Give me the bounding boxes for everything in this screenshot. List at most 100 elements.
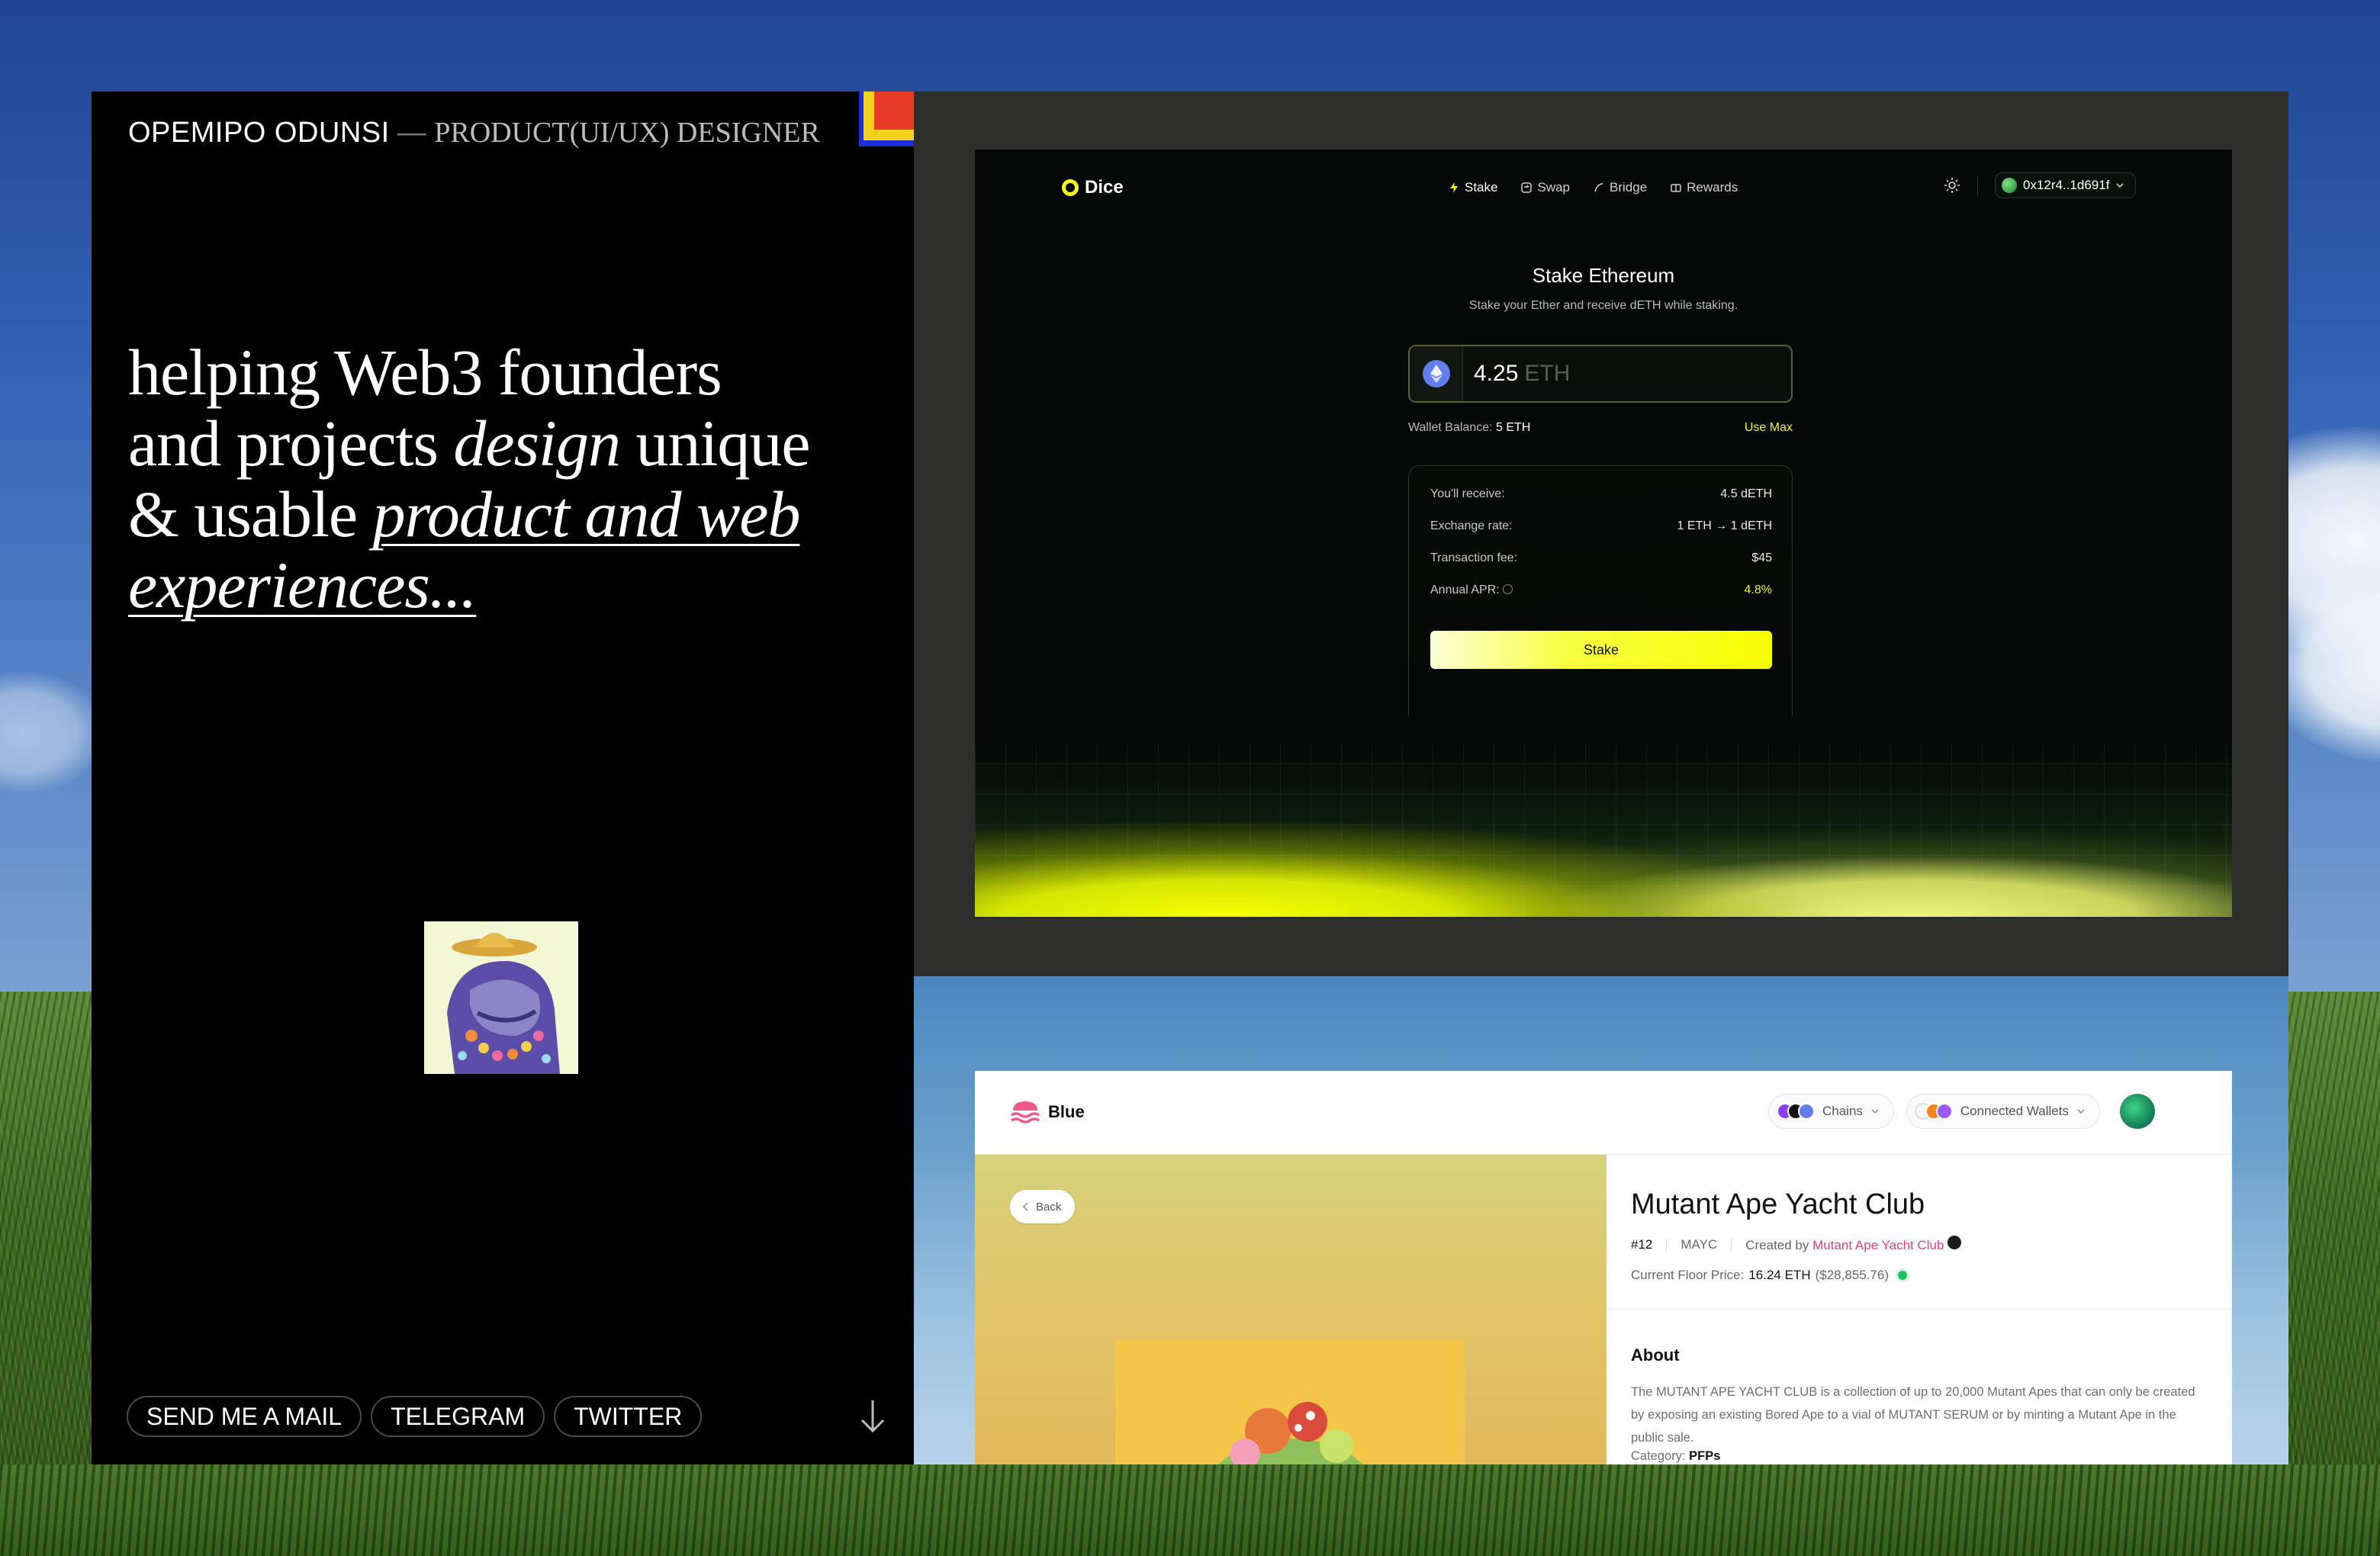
wallet-balance-row: Wallet Balance: 5 ETH Use Max <box>1408 421 1793 435</box>
back-button[interactable]: Back <box>1010 1190 1076 1223</box>
nav-rewards-label: Rewards <box>1687 180 1738 194</box>
dice-logo[interactable]: Dice <box>1062 177 1124 198</box>
dice-brand-name: Dice <box>1085 177 1124 198</box>
stake-amount-input[interactable]: 4.25 ETH <box>1408 345 1793 403</box>
wallet-icons <box>1914 1103 1953 1120</box>
brand-logo[interactable] <box>859 92 914 146</box>
chevron-left-icon <box>1022 1202 1028 1211</box>
detail-label: Exchange rate: <box>1430 519 1513 532</box>
blue-brand-name: Blue <box>1048 1102 1085 1121</box>
floor-eth: 16.24 ETH <box>1748 1268 1811 1282</box>
section-divider <box>1606 1309 2232 1310</box>
detail-label-with-info: Annual APR: <box>1430 584 1513 597</box>
nav-stake[interactable]: Stake <box>1448 180 1497 195</box>
nav-stake-label: Stake <box>1465 180 1498 194</box>
wallet-address: 0x12r4..1d691f <box>2023 178 2110 192</box>
detail-row-receive: You'll receive: 4.5 dETH <box>1430 487 1772 501</box>
nav-rewards[interactable]: Rewards <box>1670 180 1738 195</box>
hero-emphasis: design <box>453 407 621 480</box>
blue-logo[interactable]: Blue <box>1010 1100 1085 1124</box>
about-heading: About <box>1631 1345 1680 1365</box>
meta-divider <box>1666 1238 1668 1251</box>
blue-topbar: Blue Chains Connected Wallets <box>975 1071 2232 1155</box>
dice-app-screenshot[interactable]: Dice Stake Swap Bridge Rewards 0x12r4..1… <box>975 149 2232 917</box>
category-row: Category: PFPs <box>1631 1449 1720 1464</box>
amount-unit: ETH <box>1524 361 1571 386</box>
phantom-icon <box>1935 1103 1953 1120</box>
wallet-balance-label: Wallet Balance: <box>1408 421 1493 434</box>
detail-label: You'll receive: <box>1430 487 1505 500</box>
dice-header-actions: 0x12r4..1d691f <box>1944 172 2137 198</box>
designer-name: OPEMIPO ODUNSI <box>128 117 390 149</box>
portfolio-intro-panel: OPEMIPO ODUNSI — PRODUCT(UI/UX) DESIGNER… <box>92 92 914 1464</box>
dice-yellow-glow <box>975 744 2232 917</box>
twitter-button[interactable]: TWITTER <box>554 1396 703 1437</box>
profile-avatar[interactable] <box>2119 1094 2155 1129</box>
detail-label: Annual APR: <box>1430 584 1500 596</box>
chains-label: Chains <box>1822 1104 1863 1118</box>
send-mail-button[interactable]: SEND ME A MAIL <box>127 1396 362 1437</box>
floor-price-row: Current Floor Price: 16.24 ETH ($28,855.… <box>1631 1268 1907 1283</box>
chains-dropdown[interactable]: Chains <box>1768 1094 1894 1129</box>
swap-icon <box>1521 182 1533 193</box>
verified-badge-icon <box>1947 1236 1962 1249</box>
category-label: Category: <box>1631 1449 1686 1463</box>
chain-icons <box>1777 1103 1815 1120</box>
connected-wallets-dropdown[interactable]: Connected Wallets <box>1906 1094 2100 1129</box>
mutant-ape-icon <box>1115 1339 1465 1464</box>
chevron-down-icon <box>1871 1109 1879 1114</box>
wallet-avatar-icon <box>2002 178 2017 193</box>
dice-ring-icon <box>1062 179 1079 196</box>
nft-avatar-image <box>424 921 578 1074</box>
mutant-ape-artwork <box>1115 1339 1465 1464</box>
ethereum-icon <box>1422 360 1450 387</box>
creator-link[interactable]: Mutant Ape Yacht Club <box>1812 1238 1944 1252</box>
back-label: Back <box>1036 1200 1062 1214</box>
eth-token-badge <box>1410 346 1463 401</box>
nav-swap[interactable]: Swap <box>1520 180 1570 195</box>
detail-label: Transaction fee: <box>1430 551 1518 564</box>
detail-value: 4.8% <box>1744 584 1772 596</box>
bridge-icon <box>1594 183 1603 192</box>
brand-logo-red <box>874 92 914 130</box>
created-by-label: Created by <box>1745 1238 1809 1252</box>
wallet-balance-value: 5 ETH <box>1496 421 1531 434</box>
about-description: The MUTANT APE YACHT CLUB is a collectio… <box>1631 1385 2195 1445</box>
detail-value: $45 <box>1751 551 1772 564</box>
use-max-link[interactable]: Use Max <box>1745 421 1793 435</box>
blue-header-actions: Chains Connected Wallets <box>1768 1094 2155 1129</box>
lightning-icon <box>1450 182 1458 193</box>
floor-usd: ($28,855.76) <box>1815 1268 1889 1282</box>
info-icon[interactable] <box>1503 584 1513 594</box>
stake-title: Stake Ethereum <box>1532 264 1675 287</box>
stake-subtitle: Stake your Ether and receive dETH while … <box>1468 299 1738 312</box>
designer-role: PRODUCT(UI/UX) DESIGNER <box>434 117 820 149</box>
ethereum-icon <box>1798 1103 1815 1120</box>
blue-wave-logo-icon <box>1011 1101 1040 1124</box>
nft-details-panel: Mutant Ape Yacht Club #12 MAYC Created b… <box>1606 1155 2232 1464</box>
rewards-icon <box>1671 184 1681 192</box>
site-header: OPEMIPO ODUNSI — PRODUCT(UI/UX) DESIGNER <box>128 116 820 149</box>
blue-app-screenshot[interactable]: Blue Chains Connected Wallets Back Mutan… <box>975 1071 2232 1464</box>
detail-row-apr: Annual APR: 4.8% <box>1430 584 1772 597</box>
creator-info: Created by Mutant Ape Yacht Club <box>1745 1236 1962 1253</box>
nav-bridge[interactable]: Bridge <box>1593 180 1647 195</box>
wallet-address-button[interactable]: 0x12r4..1d691f <box>1995 172 2137 198</box>
wallets-label: Connected Wallets <box>1960 1104 2069 1118</box>
nav-swap-label: Swap <box>1537 180 1571 194</box>
nft-image-panel: Back <box>975 1155 1606 1464</box>
telegram-button[interactable]: TELEGRAM <box>371 1396 545 1437</box>
detail-value: 1 ETH → 1 dETH <box>1677 519 1772 532</box>
token-number: #12 <box>1631 1236 1653 1252</box>
category-value: PFPs <box>1689 1449 1721 1463</box>
theme-toggle-sun-icon[interactable] <box>1944 177 1960 194</box>
hero-headline: helping Web3 founders and projects desig… <box>128 337 815 621</box>
dice-project-section: Dice Stake Swap Bridge Rewards 0x12r4..1… <box>914 92 2288 976</box>
whale-avatar-icon <box>424 921 578 1074</box>
amount-value: 4.25 <box>1474 361 1519 386</box>
chevron-down-icon <box>2077 1109 2085 1114</box>
detail-row-fee: Transaction fee: $45 <box>1430 551 1772 565</box>
stake-details-card: You'll receive: 4.5 dETH Exchange rate: … <box>1408 465 1793 717</box>
scroll-down-arrow-icon[interactable] <box>857 1397 888 1435</box>
stake-button[interactable]: Stake <box>1430 631 1772 669</box>
